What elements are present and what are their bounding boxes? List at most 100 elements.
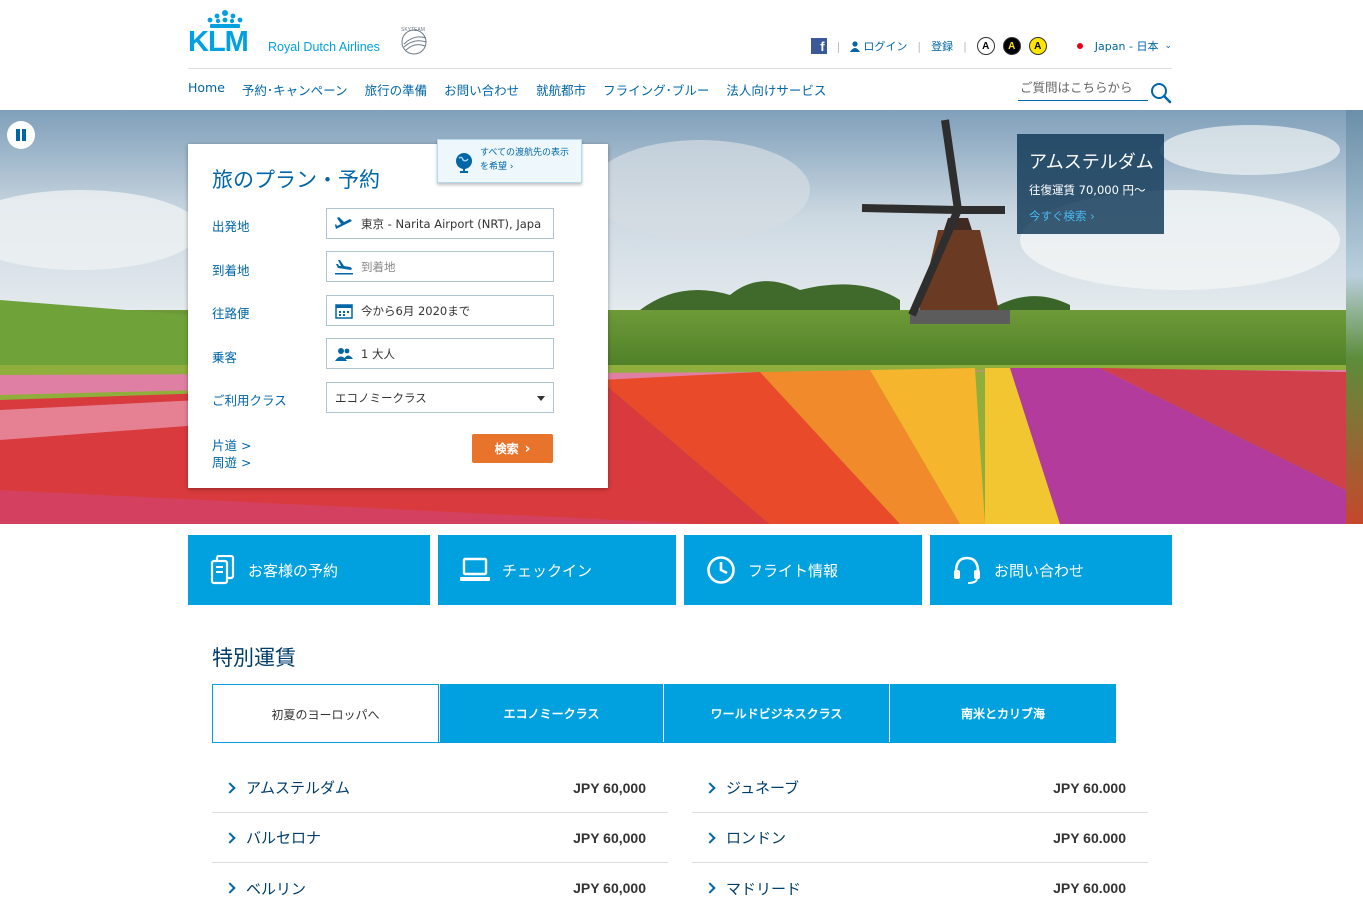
nav-travel-prep[interactable]: 旅行の準備 (365, 80, 428, 100)
hero-next-slide-preview[interactable] (1346, 110, 1363, 524)
contrast-yellow-button[interactable]: A (1028, 37, 1047, 55)
divider: | (963, 39, 967, 53)
tile-label: お客様の予約 (248, 561, 339, 580)
utility-bar: f | ログイン | 登録 | A A A Japan - 日本 ⌄ (810, 36, 1172, 56)
passengers-value: 1 大人 (361, 346, 395, 361)
fare-price: JPY 60.000 (1053, 779, 1126, 796)
all-destinations-tip[interactable]: すべての渡航先の表示 を希望 › (437, 139, 582, 183)
origin-value: 東京 - Narita Airport (NRT), Japa (361, 216, 542, 231)
tab-world-business[interactable]: ワールドビジネスクラス (664, 684, 889, 743)
chevron-right-icon (224, 882, 236, 894)
promo-city: アムステルダム (1029, 152, 1154, 173)
fare-city: ロンドン (726, 829, 787, 847)
origin-field[interactable]: 東京 - Narita Airport (NRT), Japa (326, 208, 554, 239)
fare-row[interactable]: ロンドン JPY 60.000 (692, 813, 1148, 863)
nav-contact[interactable]: お問い合わせ (444, 80, 519, 100)
search-input[interactable]: ご質問はこちらから (1018, 79, 1148, 101)
calendar-icon (335, 303, 353, 319)
destination-label: 到着地 (212, 263, 250, 278)
globe-icon (456, 153, 472, 173)
fare-price: JPY 60.000 (1053, 880, 1126, 896)
fare-city: マドリード (726, 879, 802, 898)
fare-price: JPY 60,000 (573, 779, 646, 796)
fare-price: JPY 60,000 (573, 829, 646, 846)
booking-title: 旅のプラン・予約 (212, 168, 380, 192)
tab-early-summer-europe[interactable]: 初夏のヨーロッパへ (212, 684, 439, 743)
language-label: Japan - 日本 (1094, 40, 1159, 53)
promo-box[interactable]: アムステルダム 往復運賃 70,000 円～ 今すぐ検索 › (1017, 134, 1164, 234)
nav-corporate[interactable]: 法人向けサービス (726, 80, 826, 100)
origin-label: 出発地 (212, 219, 250, 234)
search-button-label: 検索 (494, 442, 519, 456)
cabin-select[interactable]: エコノミークラス (326, 382, 554, 413)
main-nav: Home 予約･キャンペーン 旅行の準備 お問い合わせ 就航都市 フライング･ブ… (188, 80, 843, 100)
cabin-value: エコノミークラス (335, 390, 427, 405)
dropdown-caret-icon (537, 396, 545, 401)
fare-row[interactable]: ジュネーブ JPY 60.000 (692, 763, 1148, 813)
destination-field[interactable]: 到着地 (326, 251, 554, 282)
nav-booking[interactable]: 予約･キャンペーン (242, 80, 348, 100)
fare-row[interactable]: バルセロナ JPY 60,000 (212, 813, 668, 863)
skyteam-label: SKYTEAM (401, 27, 425, 33)
cabin-label: ご利用クラス (212, 393, 287, 408)
fare-city: アムステルダム (246, 779, 350, 797)
passengers-field[interactable]: 1 大人 (326, 338, 554, 369)
clock-icon (707, 556, 735, 584)
tile-flight-info[interactable]: フライト情報 (684, 535, 922, 605)
contrast-dark-button[interactable]: A (1002, 37, 1021, 55)
outbound-label: 往路便 (212, 306, 250, 321)
chevron-right-icon: › (1090, 209, 1095, 223)
headset-icon (954, 556, 980, 584)
chevron-right-icon (704, 882, 716, 894)
search-icon[interactable] (1150, 82, 1172, 104)
japan-flag-icon (1076, 43, 1083, 49)
fare-row[interactable]: マドリード JPY 60.000 (692, 863, 1148, 913)
special-fares-title: 特別運賃 (212, 646, 296, 670)
tab-south-america-caribbean[interactable]: 南米とカリブ海 (890, 684, 1116, 743)
fare-price: JPY 60.000 (1053, 829, 1126, 846)
register-link[interactable]: 登録 (931, 38, 953, 54)
chevron-right-icon (224, 781, 236, 794)
tile-label: チェックイン (502, 561, 593, 580)
date-field[interactable]: 今から6月 2020まで (326, 295, 554, 326)
language-selector[interactable]: Japan - 日本 ⌄ (1076, 38, 1172, 54)
divider: | (917, 39, 922, 53)
fare-city: ベルリン (246, 879, 307, 898)
nav-destinations[interactable]: 就航都市 (536, 80, 586, 100)
chevron-right-icon (704, 831, 716, 844)
user-icon (850, 40, 861, 52)
tile-contact[interactable]: お問い合わせ (930, 535, 1172, 605)
login-label: ログイン (863, 40, 908, 53)
tab-underline (212, 742, 1116, 743)
tip-line-2-text: を希望 (480, 162, 508, 172)
fare-price: JPY 60,000 (573, 880, 646, 896)
fare-city: バルセロナ (246, 829, 322, 847)
passengers-label: 乗客 (212, 350, 238, 365)
login-link[interactable]: ログイン (850, 38, 907, 54)
tab-economy[interactable]: エコノミークラス (440, 684, 663, 743)
fare-row[interactable]: アムステルダム JPY 60,000 (212, 763, 668, 813)
logo-wordmark: KLM (188, 26, 249, 58)
promo-cta[interactable]: 今すぐ検索 › (1029, 208, 1164, 224)
passengers-icon (335, 347, 353, 361)
pause-slideshow-button[interactable] (7, 121, 35, 149)
tile-check-in[interactable]: チェックイン (438, 535, 676, 605)
search-flights-button[interactable]: 検索 › (472, 434, 553, 463)
nav-home[interactable]: Home (188, 80, 225, 100)
contrast-normal-button[interactable]: A (976, 37, 995, 55)
tile-my-booking[interactable]: お客様の予約 (188, 535, 430, 605)
chevron-right-icon: › (509, 162, 514, 172)
facebook-icon[interactable]: f (810, 38, 827, 54)
chevron-right-icon: › (524, 440, 531, 457)
multi-city-link[interactable]: 周遊 > (212, 452, 251, 471)
destination-placeholder: 到着地 (361, 259, 396, 274)
tile-label: お問い合わせ (994, 561, 1085, 580)
chevron-down-icon: ⌄ (1164, 41, 1172, 51)
fare-row[interactable]: ベルリン JPY 60,000 (212, 863, 668, 913)
tip-line-1: すべての渡航先の表示 (480, 148, 570, 158)
laptop-icon (460, 557, 490, 581)
nav-flying-blue[interactable]: フライング･ブルー (603, 80, 709, 100)
tile-label: フライト情報 (748, 561, 839, 580)
promo-fare: 往復運賃 70,000 円～ (1029, 183, 1146, 197)
klm-logo[interactable]: KLM Royal Dutch Airlines SKYTEAM (188, 10, 438, 60)
